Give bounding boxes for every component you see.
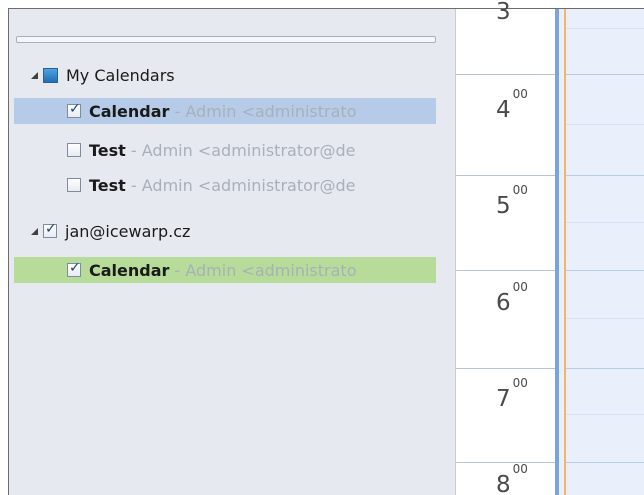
- group-my-calendars[interactable]: My Calendars: [31, 62, 175, 88]
- calendar-item-test[interactable]: Test - Admin <administrator@de: [14, 137, 436, 163]
- hour-label: 700: [496, 376, 528, 412]
- calendar-navigation-pane: My Calendars Calendar - Admin <administr…: [9, 9, 456, 495]
- hour-label: 600: [496, 280, 528, 316]
- calendar-item-test[interactable]: Test - Admin <administrator@de: [14, 172, 436, 198]
- hour-line: [566, 74, 644, 75]
- hour-line: [566, 175, 644, 176]
- work-hours-marker: [564, 9, 566, 495]
- window-left-border: [0, 8, 9, 495]
- hour-label: 500: [496, 183, 528, 219]
- hour-divider: [456, 270, 555, 271]
- group-jan-icewarp[interactable]: jan@icewarp.cz: [31, 218, 190, 244]
- calendar-checkbox[interactable]: [67, 143, 81, 157]
- calendar-owner: Admin <administrator@de: [141, 140, 356, 160]
- navigation-pane-splitter[interactable]: [16, 36, 436, 43]
- half-hour-line: [566, 318, 644, 319]
- calendar-separator: -: [169, 260, 186, 280]
- calendar-window: My Calendars Calendar - Admin <administr…: [0, 0, 644, 495]
- calendar-owner: Admin <administrato: [185, 101, 357, 121]
- calendar-name: Calendar: [89, 260, 170, 280]
- calendar-name: Test: [89, 140, 126, 160]
- group-title: My Calendars: [66, 65, 175, 85]
- calendar-folder-icon: [43, 67, 58, 83]
- calendar-separator: -: [125, 140, 142, 160]
- hour-label: 400: [496, 87, 528, 123]
- half-hour-line: [566, 414, 644, 415]
- calendar-item-calendar[interactable]: Calendar - Admin <administrato: [14, 98, 436, 124]
- group-checkbox[interactable]: [43, 221, 57, 238]
- half-hour-line: [566, 124, 644, 125]
- calendar-item-calendar[interactable]: Calendar - Admin <administrato: [14, 257, 436, 283]
- hour-line: [566, 368, 644, 369]
- half-hour-line: [566, 28, 644, 29]
- calendar-separator: -: [169, 101, 186, 121]
- collapse-triangle-icon[interactable]: [31, 71, 38, 79]
- hour-label: 800: [496, 462, 528, 495]
- hour-line: [566, 270, 644, 271]
- calendar-checkbox[interactable]: [67, 101, 81, 118]
- calendar-name: Calendar: [89, 101, 170, 121]
- hour-divider: [456, 175, 555, 176]
- collapse-triangle-icon[interactable]: [31, 227, 38, 235]
- hour-divider: [456, 74, 555, 75]
- calendar-checkbox[interactable]: [67, 260, 81, 277]
- calendar-name: Test: [89, 175, 126, 195]
- day-grid[interactable]: [559, 9, 644, 495]
- hour-divider: [456, 462, 555, 463]
- hour-label: 300: [496, 0, 528, 25]
- calendar-owner: Admin <administrator@de: [141, 175, 356, 195]
- calendar-separator: -: [125, 175, 142, 195]
- group-title: jan@icewarp.cz: [65, 221, 191, 241]
- window-top-border: [0, 0, 644, 9]
- time-ruler: 300 400 500 600 700 800: [456, 0, 555, 495]
- half-hour-line: [566, 222, 644, 223]
- hour-line: [566, 462, 644, 463]
- calendar-checkbox[interactable]: [67, 178, 81, 192]
- hour-divider: [456, 368, 555, 369]
- calendar-owner: Admin <administrato: [185, 260, 357, 280]
